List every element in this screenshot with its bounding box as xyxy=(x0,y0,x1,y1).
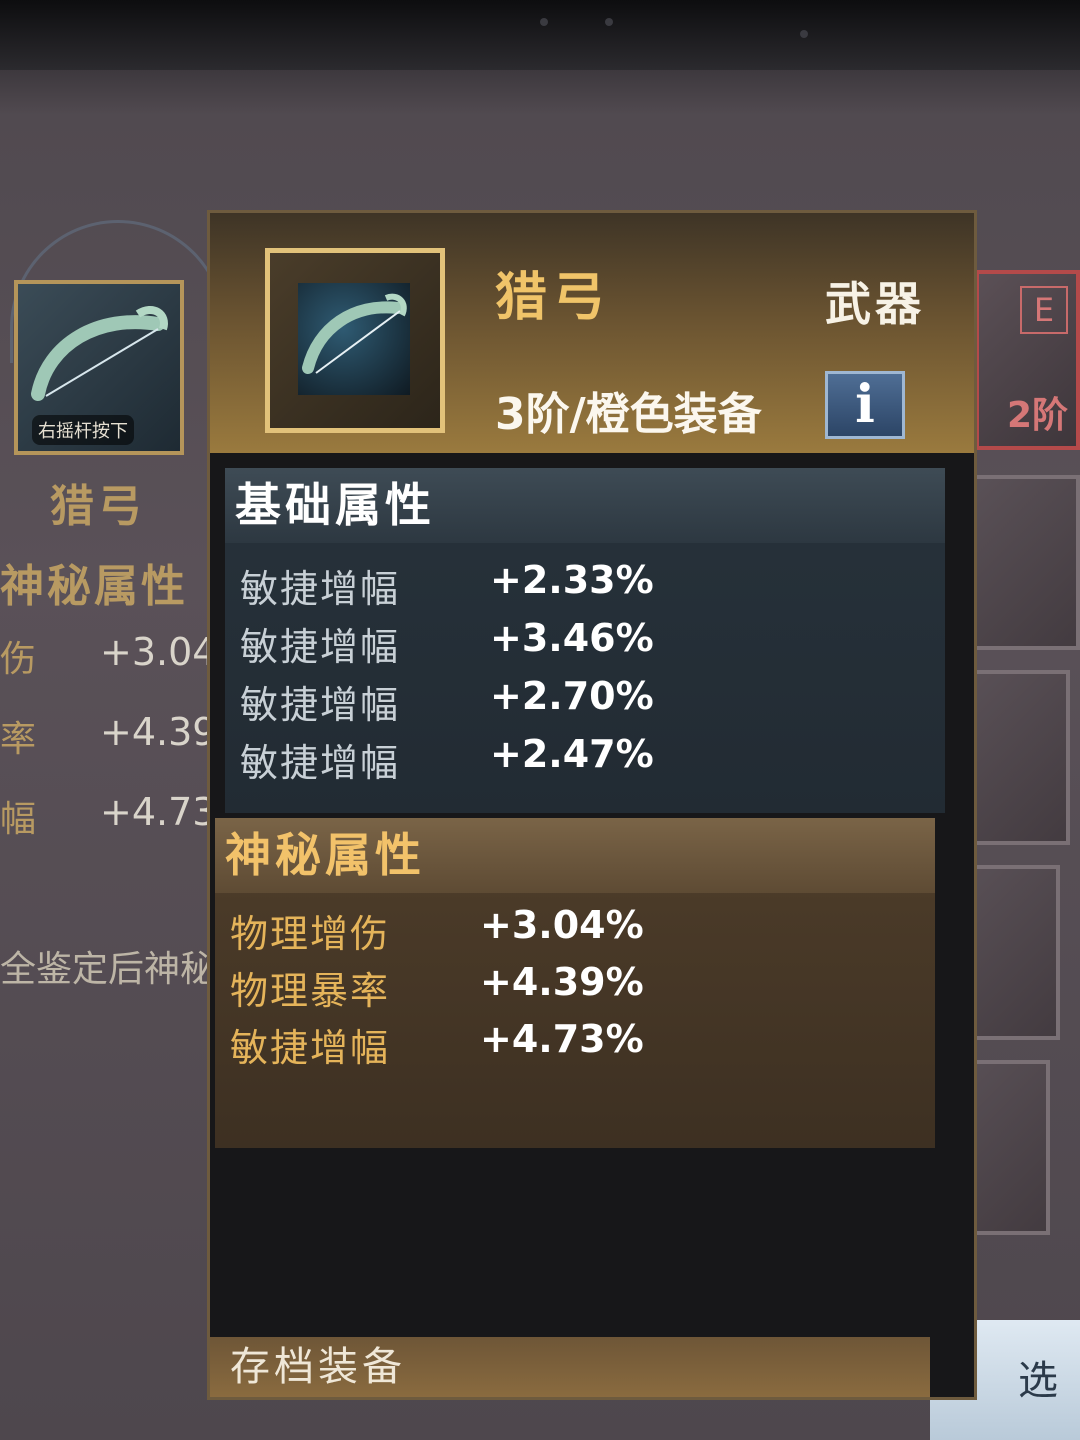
stat-row: 敏捷增幅 +4.73% xyxy=(215,1017,935,1075)
bezel-dot xyxy=(800,30,808,38)
info-icon[interactable]: i xyxy=(825,371,905,439)
slot-hint-text: 右摇杆按下 xyxy=(32,415,134,445)
stat-label: 敏捷增幅 xyxy=(240,625,401,669)
mystic-attributes-section: 神秘属性 物理增伤 +3.04% 物理暴率 +4.39% 敏捷增幅 +4.73% xyxy=(215,818,935,1148)
stat-value: +2.47% xyxy=(490,732,654,776)
stat-label: 敏捷增幅 xyxy=(240,567,401,611)
stat-value: +2.33% xyxy=(490,558,654,602)
stat-row: 敏捷增幅 +2.70% xyxy=(225,674,945,732)
stat-value: +4.73% xyxy=(480,1017,644,1061)
stat-label: 物理暴率 xyxy=(230,969,391,1013)
left-stat-row: 率 +4.39 xyxy=(0,710,230,760)
stat-row: 敏捷增幅 +3.46% xyxy=(225,616,945,674)
inventory-slot[interactable] xyxy=(970,475,1080,650)
stat-row: 物理暴率 +4.39% xyxy=(215,960,935,1018)
left-stat-row: 幅 +4.73 xyxy=(0,790,230,840)
card-tier: 2阶 xyxy=(1006,395,1068,436)
left-stat-label: 率 xyxy=(0,719,37,760)
select-button-label: 选 xyxy=(1018,1358,1058,1404)
mystic-attributes-title: 神秘属性 xyxy=(215,818,935,893)
item-tooltip: 猎弓 武器 3阶/橙色装备 i 基础属性 敏捷增幅 +2.33% 敏捷增幅 +3… xyxy=(207,210,977,1400)
item-icon-frame xyxy=(265,248,445,433)
stat-label: 敏捷增幅 xyxy=(240,683,401,727)
stat-value: +2.70% xyxy=(490,674,654,718)
bow-icon xyxy=(31,306,168,401)
inventory-card[interactable]: E 2阶 xyxy=(975,270,1080,450)
bezel-dot xyxy=(540,18,548,26)
card-letter-badge: E xyxy=(1020,286,1068,334)
stat-label: 敏捷增幅 xyxy=(240,741,401,785)
equipped-weapon-slot[interactable]: 右摇杆按下 xyxy=(14,280,184,455)
item-type: 武器 xyxy=(825,277,925,331)
identify-note: 全鉴定后神秘 xyxy=(0,949,217,990)
left-item-name: 猎弓 xyxy=(50,481,146,532)
left-stat-row: 伤 +3.04 xyxy=(0,630,230,680)
stat-value: +3.46% xyxy=(490,616,654,660)
left-mystic-title: 神秘属性 xyxy=(0,561,188,612)
basic-attributes-section: 基础属性 敏捷增幅 +2.33% 敏捷增幅 +3.46% 敏捷增幅 +2.70%… xyxy=(225,468,945,813)
archive-equipment-button[interactable]: 存档装备 xyxy=(210,1337,930,1397)
monitor-bezel xyxy=(0,0,1080,70)
stat-row: 物理增伤 +3.04% xyxy=(215,903,935,961)
stat-value: +3.04% xyxy=(480,903,644,947)
item-icon-bg xyxy=(298,283,410,395)
item-tier: 3阶/橙色装备 xyxy=(495,389,762,440)
basic-attributes-title: 基础属性 xyxy=(225,468,945,543)
bow-icon xyxy=(302,293,407,374)
stat-value: +4.39% xyxy=(480,960,644,1004)
item-name: 猎弓 xyxy=(495,268,612,328)
left-stat-value: +4.73 xyxy=(100,790,217,834)
stat-row: 敏捷增幅 +2.47% xyxy=(225,732,945,790)
left-stat-label: 伤 xyxy=(0,639,37,680)
left-equipment-panel: 右摇杆按下 猎弓 神秘属性 伤 +3.04 率 +4.39 幅 +4.73 全鉴… xyxy=(0,200,230,1100)
bezel-dot xyxy=(605,18,613,26)
tooltip-header: 猎弓 武器 3阶/橙色装备 i xyxy=(210,213,974,453)
left-stat-label: 幅 xyxy=(0,799,37,840)
left-stat-value: +4.39 xyxy=(100,710,217,754)
game-screen: 右摇杆按下 猎弓 神秘属性 伤 +3.04 率 +4.39 幅 +4.73 全鉴… xyxy=(0,0,1080,1440)
left-stat-value: +3.04 xyxy=(100,630,217,674)
stat-label: 敏捷增幅 xyxy=(230,1026,391,1070)
stat-label: 物理增伤 xyxy=(230,912,391,956)
stat-row: 敏捷增幅 +2.33% xyxy=(225,558,945,616)
